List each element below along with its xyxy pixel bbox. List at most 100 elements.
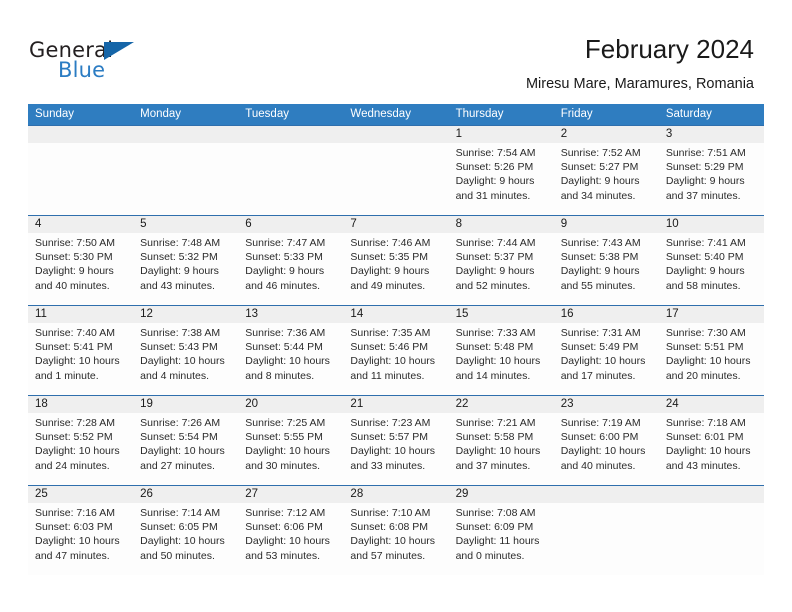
day-cell[interactable] xyxy=(28,143,133,215)
daylight-text-line1: Daylight: 10 hours xyxy=(35,355,120,368)
sunrise-text: Sunrise: 7:44 AM xyxy=(455,237,536,249)
day-cell[interactable] xyxy=(554,503,659,575)
day-cell[interactable]: Sunrise: 7:16 AM Sunset: 6:03 PM Dayligh… xyxy=(28,503,133,575)
day-cell[interactable]: Sunrise: 7:51 AM Sunset: 5:29 PM Dayligh… xyxy=(659,143,764,215)
general-blue-logo[interactable]: General Blue xyxy=(29,38,229,88)
daylight-text-line1: Daylight: 10 hours xyxy=(140,445,225,458)
sunrise-text: Sunrise: 7:28 AM xyxy=(35,417,115,429)
sunrise-text: Sunrise: 7:16 AM xyxy=(35,507,115,519)
day-number: 3 xyxy=(665,128,673,140)
daylight-text-line2: and 40 minutes. xyxy=(560,459,636,472)
daylight-text-line2: and 33 minutes. xyxy=(350,459,426,472)
day-cell[interactable] xyxy=(133,143,238,215)
day-cell[interactable]: Sunrise: 7:52 AM Sunset: 5:27 PM Dayligh… xyxy=(554,143,659,215)
daylight-text-line1: Daylight: 10 hours xyxy=(665,445,751,458)
daylight-text-line1: Daylight: 9 hours xyxy=(665,175,745,188)
day-cell[interactable]: Sunrise: 7:43 AM Sunset: 5:38 PM Dayligh… xyxy=(554,233,659,305)
daylight-text-line1: Daylight: 9 hours xyxy=(350,265,430,278)
day-cell[interactable]: Sunrise: 7:25 AM Sunset: 5:55 PM Dayligh… xyxy=(238,413,343,485)
daylight-text-line2: and 55 minutes. xyxy=(560,279,636,292)
daylight-text-line1: Daylight: 10 hours xyxy=(350,535,436,548)
day-cell[interactable]: Sunrise: 7:50 AM Sunset: 5:30 PM Dayligh… xyxy=(28,233,133,305)
day-cell[interactable]: Sunrise: 7:21 AM Sunset: 5:58 PM Dayligh… xyxy=(449,413,554,485)
day-cell[interactable]: Sunrise: 7:30 AM Sunset: 5:51 PM Dayligh… xyxy=(659,323,764,395)
day-number xyxy=(343,126,448,143)
sunset-text: Sunset: 5:58 PM xyxy=(455,431,534,444)
day-number xyxy=(554,486,659,503)
day-cell[interactable]: Sunrise: 7:28 AM Sunset: 5:52 PM Dayligh… xyxy=(28,413,133,485)
sunrise-text: Sunrise: 7:31 AM xyxy=(560,327,641,339)
day-number: 27 xyxy=(245,488,259,500)
daylight-text-line2: and 20 minutes. xyxy=(665,369,741,382)
day-cell[interactable]: Sunrise: 7:31 AM Sunset: 5:49 PM Dayligh… xyxy=(554,323,659,395)
sunrise-text: Sunrise: 7:41 AM xyxy=(665,237,746,249)
sunset-text: Sunset: 6:01 PM xyxy=(665,431,744,444)
day-cell[interactable]: Sunrise: 7:35 AM Sunset: 5:46 PM Dayligh… xyxy=(343,323,448,395)
weekday-header-row: Sunday Monday Tuesday Wednesday Thursday… xyxy=(28,104,764,125)
daylight-text-line1: Daylight: 10 hours xyxy=(560,355,646,368)
day-cell[interactable]: Sunrise: 7:54 AM Sunset: 5:26 PM Dayligh… xyxy=(449,143,554,215)
weekday-header-tuesday: Tuesday xyxy=(245,108,289,120)
day-cell[interactable]: Sunrise: 7:38 AM Sunset: 5:43 PM Dayligh… xyxy=(133,323,238,395)
day-cell[interactable]: Sunrise: 7:26 AM Sunset: 5:54 PM Dayligh… xyxy=(133,413,238,485)
day-cell[interactable]: Sunrise: 7:10 AM Sunset: 6:08 PM Dayligh… xyxy=(343,503,448,575)
day-cell[interactable]: Sunrise: 7:48 AM Sunset: 5:32 PM Dayligh… xyxy=(133,233,238,305)
daylight-text-line2: and 14 minutes. xyxy=(455,369,531,382)
daylight-text-line1: Daylight: 9 hours xyxy=(665,265,745,278)
day-cell[interactable]: Sunrise: 7:47 AM Sunset: 5:33 PM Dayligh… xyxy=(238,233,343,305)
sunset-text: Sunset: 5:35 PM xyxy=(350,251,429,264)
week-row: 11 12 13 14 15 16 17 Sunrise: 7:40 AM Su… xyxy=(28,305,764,395)
sunrise-text: Sunrise: 7:35 AM xyxy=(350,327,431,339)
day-number: 29 xyxy=(455,488,469,500)
daylight-text-line1: Daylight: 9 hours xyxy=(245,265,325,278)
day-number xyxy=(238,126,343,143)
sunrise-text: Sunrise: 7:52 AM xyxy=(560,147,641,159)
day-cell[interactable]: Sunrise: 7:36 AM Sunset: 5:44 PM Dayligh… xyxy=(238,323,343,395)
day-cell[interactable]: Sunrise: 7:40 AM Sunset: 5:41 PM Dayligh… xyxy=(28,323,133,395)
day-cell[interactable]: Sunrise: 7:08 AM Sunset: 6:09 PM Dayligh… xyxy=(449,503,554,575)
daylight-text-line1: Daylight: 10 hours xyxy=(350,445,436,458)
daylight-text-line2: and 4 minutes. xyxy=(140,369,210,382)
daylight-text-line2: and 40 minutes. xyxy=(35,279,110,292)
week-day-cells: Sunrise: 7:54 AM Sunset: 5:26 PM Dayligh… xyxy=(28,143,764,215)
day-cell[interactable]: Sunrise: 7:44 AM Sunset: 5:37 PM Dayligh… xyxy=(449,233,554,305)
weekday-header-sunday: Sunday xyxy=(35,108,75,120)
sunrise-text: Sunrise: 7:19 AM xyxy=(560,417,641,429)
week-day-numbers: 18 19 20 21 22 23 24 xyxy=(28,396,764,413)
weekday-header-thursday: Thursday xyxy=(455,108,504,120)
week-day-cells: Sunrise: 7:16 AM Sunset: 6:03 PM Dayligh… xyxy=(28,503,764,575)
daylight-text-line1: Daylight: 9 hours xyxy=(455,175,535,188)
day-cell[interactable]: Sunrise: 7:19 AM Sunset: 6:00 PM Dayligh… xyxy=(554,413,659,485)
daylight-text-line2: and 0 minutes. xyxy=(455,549,525,562)
week-day-numbers: 25 26 27 28 29 xyxy=(28,486,764,503)
daylight-text-line2: and 50 minutes. xyxy=(140,549,215,562)
sunrise-text: Sunrise: 7:26 AM xyxy=(140,417,221,429)
daylight-text-line1: Daylight: 10 hours xyxy=(140,535,225,548)
day-cell[interactable]: Sunrise: 7:12 AM Sunset: 6:06 PM Dayligh… xyxy=(238,503,343,575)
day-cell[interactable]: Sunrise: 7:41 AM Sunset: 5:40 PM Dayligh… xyxy=(659,233,764,305)
day-cell[interactable] xyxy=(343,143,448,215)
daylight-text-line2: and 37 minutes. xyxy=(455,459,531,472)
day-cell[interactable]: Sunrise: 7:18 AM Sunset: 6:01 PM Dayligh… xyxy=(659,413,764,485)
daylight-text-line2: and 53 minutes. xyxy=(245,549,320,562)
sunset-text: Sunset: 6:03 PM xyxy=(35,521,113,534)
sunset-text: Sunset: 5:54 PM xyxy=(140,431,218,444)
day-cell[interactable]: Sunrise: 7:14 AM Sunset: 6:05 PM Dayligh… xyxy=(133,503,238,575)
day-cell[interactable] xyxy=(238,143,343,215)
day-number: 9 xyxy=(560,218,568,230)
daylight-text-line1: Daylight: 10 hours xyxy=(455,445,541,458)
day-cell[interactable]: Sunrise: 7:23 AM Sunset: 5:57 PM Dayligh… xyxy=(343,413,448,485)
day-number: 21 xyxy=(350,398,364,410)
sunset-text: Sunset: 5:37 PM xyxy=(455,251,534,264)
day-cell[interactable]: Sunrise: 7:33 AM Sunset: 5:48 PM Dayligh… xyxy=(449,323,554,395)
week-day-cells: Sunrise: 7:50 AM Sunset: 5:30 PM Dayligh… xyxy=(28,233,764,305)
daylight-text-line1: Daylight: 9 hours xyxy=(560,265,640,278)
daylight-text-line2: and 47 minutes. xyxy=(35,549,110,562)
week-row: 18 19 20 21 22 23 24 Sunrise: 7:28 AM Su… xyxy=(28,395,764,485)
week-day-numbers: 1 2 3 xyxy=(28,126,764,143)
daylight-text-line2: and 37 minutes. xyxy=(665,189,741,202)
day-cell[interactable] xyxy=(659,503,764,575)
daylight-text-line1: Daylight: 10 hours xyxy=(245,355,330,368)
sunset-text: Sunset: 5:55 PM xyxy=(245,431,323,444)
day-cell[interactable]: Sunrise: 7:46 AM Sunset: 5:35 PM Dayligh… xyxy=(343,233,448,305)
